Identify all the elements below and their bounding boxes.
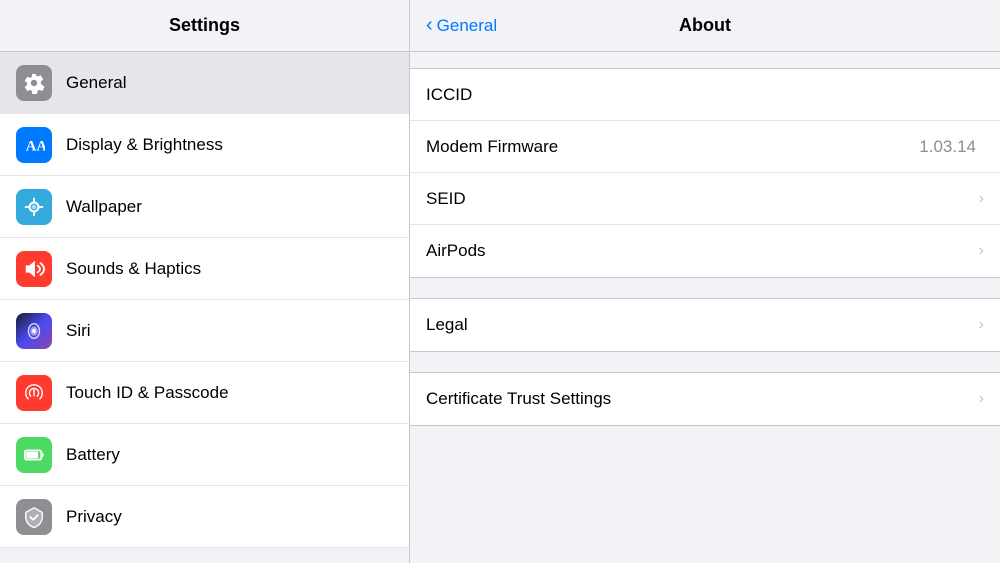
sidebar-item-privacy[interactable]: Privacy — [0, 486, 409, 548]
iccid-row[interactable]: ICCID — [410, 69, 1000, 121]
touchid-icon — [16, 375, 52, 411]
legal-chevron-icon: › — [979, 316, 984, 334]
back-chevron-icon: ‹ — [426, 15, 433, 35]
sidebar-item-sounds[interactable]: Sounds & Haptics — [0, 238, 409, 300]
back-label: General — [437, 16, 497, 36]
header-right: ‹ General About — [410, 0, 1000, 51]
sidebar-battery-label: Battery — [66, 445, 120, 465]
certificate-trust-chevron-icon: › — [979, 390, 984, 408]
privacy-icon — [16, 499, 52, 535]
iccid-label: ICCID — [426, 85, 984, 105]
modem-firmware-label: Modem Firmware — [426, 137, 919, 157]
certificate-trust-label: Certificate Trust Settings — [426, 389, 979, 409]
sidebar-item-general[interactable]: General — [0, 52, 409, 114]
sidebar-sounds-label: Sounds & Haptics — [66, 259, 201, 279]
seid-row[interactable]: SEID › — [410, 173, 1000, 225]
header-left: Settings — [0, 0, 410, 51]
seid-label: SEID — [426, 189, 979, 209]
sidebar-item-battery[interactable]: Battery — [0, 424, 409, 486]
battery-icon — [16, 437, 52, 473]
sidebar-display-label: Display & Brightness — [66, 135, 223, 155]
about-panel: ICCID Modem Firmware 1.03.14 SEID › AirP… — [410, 52, 1000, 563]
sidebar: General AA Display & Brightness — [0, 52, 410, 563]
modem-firmware-row[interactable]: Modem Firmware 1.03.14 — [410, 121, 1000, 173]
about-title: About — [679, 15, 731, 36]
sidebar-privacy-label: Privacy — [66, 507, 122, 527]
main-content: General AA Display & Brightness — [0, 52, 1000, 563]
sidebar-item-touchid[interactable]: Touch ID & Passcode — [0, 362, 409, 424]
about-group-2: Legal › — [410, 298, 1000, 352]
sidebar-item-wallpaper[interactable]: Wallpaper — [0, 176, 409, 238]
header: Settings ‹ General About — [0, 0, 1000, 52]
sidebar-item-siri[interactable]: Siri — [0, 300, 409, 362]
back-button[interactable]: ‹ General — [426, 16, 497, 36]
airpods-chevron-icon: › — [979, 242, 984, 260]
sidebar-siri-label: Siri — [66, 321, 91, 341]
certificate-trust-row[interactable]: Certificate Trust Settings › — [410, 373, 1000, 425]
sidebar-item-display[interactable]: AA Display & Brightness — [0, 114, 409, 176]
modem-firmware-value: 1.03.14 — [919, 137, 976, 157]
airpods-row[interactable]: AirPods › — [410, 225, 1000, 277]
siri-icon — [16, 313, 52, 349]
airpods-label: AirPods — [426, 241, 979, 261]
about-group-3: Certificate Trust Settings › — [410, 372, 1000, 426]
general-icon — [16, 65, 52, 101]
sidebar-touchid-label: Touch ID & Passcode — [66, 383, 229, 403]
wallpaper-icon — [16, 189, 52, 225]
legal-row[interactable]: Legal › — [410, 299, 1000, 351]
about-group-1: ICCID Modem Firmware 1.03.14 SEID › AirP… — [410, 68, 1000, 278]
sidebar-wallpaper-label: Wallpaper — [66, 197, 142, 217]
seid-chevron-icon: › — [979, 190, 984, 208]
sidebar-general-label: General — [66, 73, 126, 93]
svg-text:AA: AA — [26, 138, 45, 154]
legal-label: Legal — [426, 315, 979, 335]
display-icon: AA — [16, 127, 52, 163]
settings-title: Settings — [169, 15, 240, 36]
sounds-icon — [16, 251, 52, 287]
